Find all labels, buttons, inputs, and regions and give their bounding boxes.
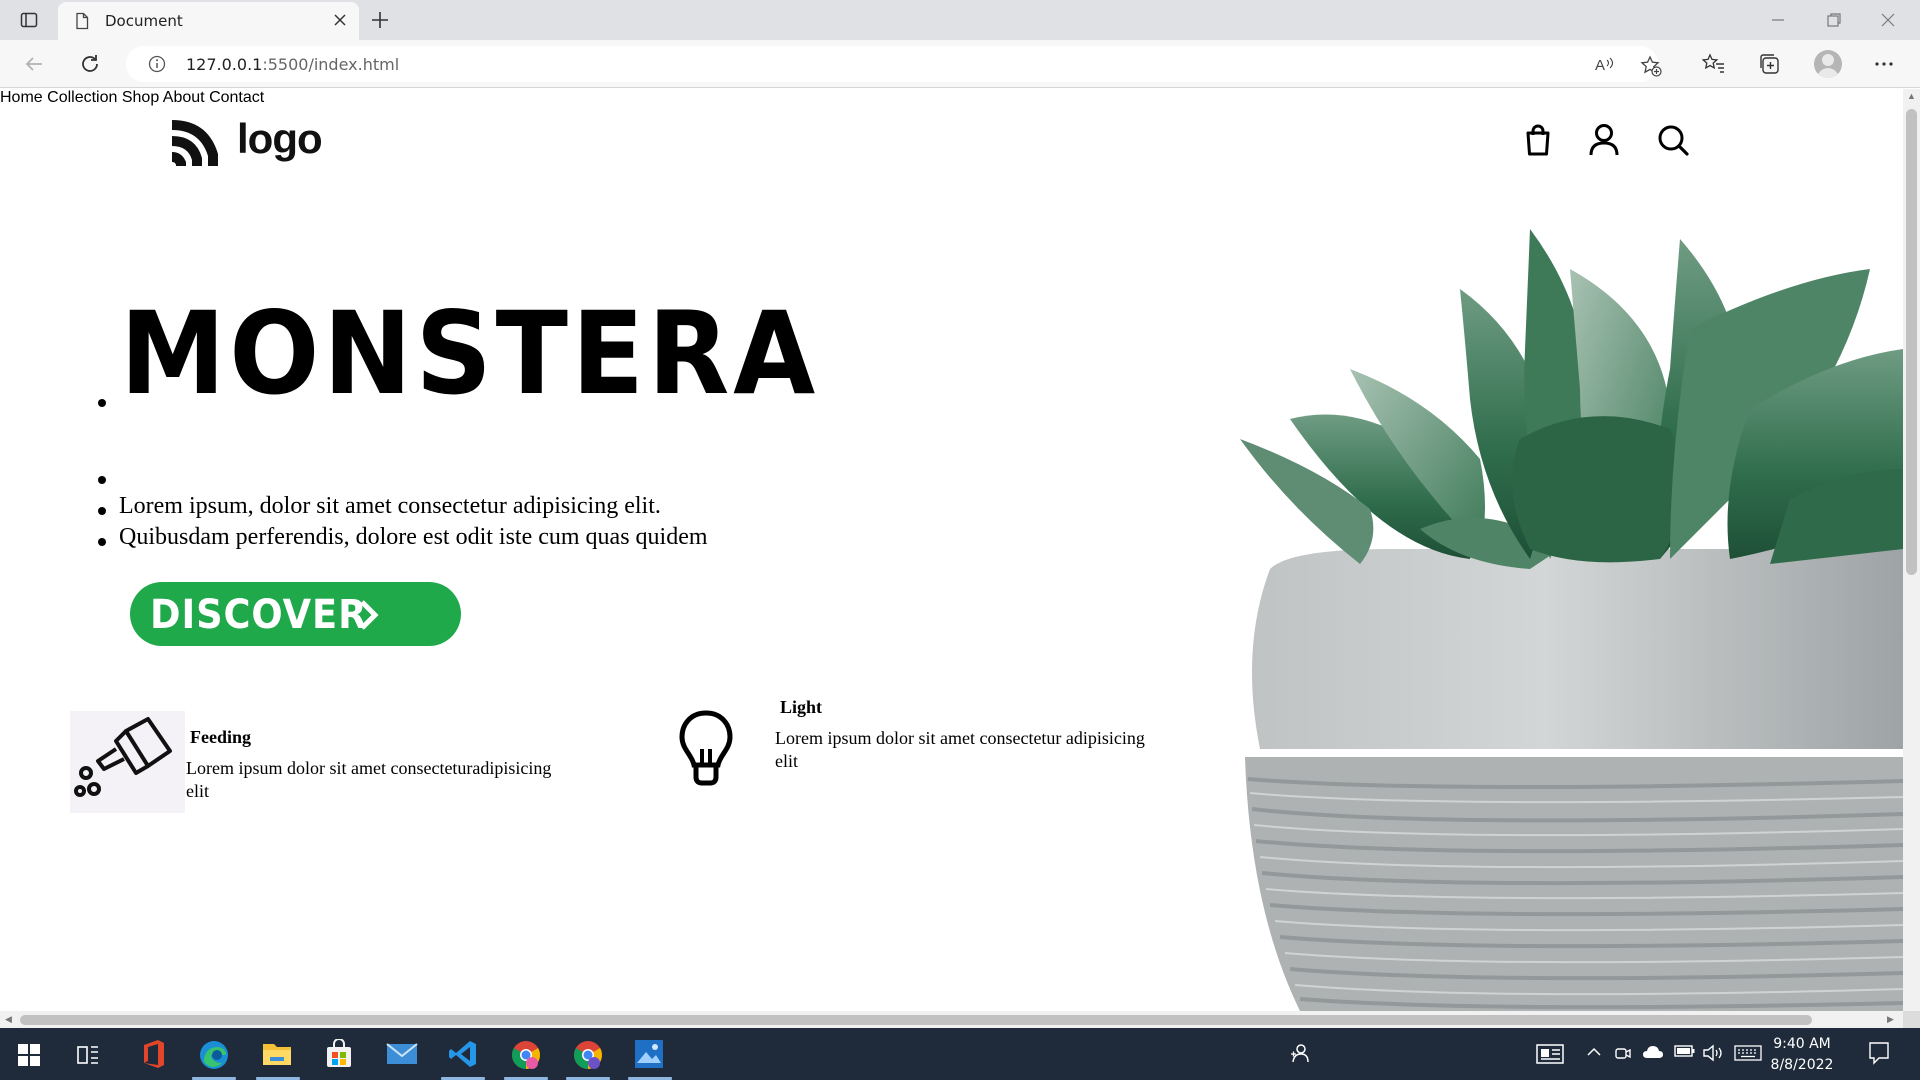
discover-label: DISCOVER <box>150 592 368 638</box>
news-widget-icon[interactable] <box>1536 1043 1564 1070</box>
meet-now-icon[interactable] <box>1614 1044 1632 1067</box>
office-icon[interactable] <box>140 1039 168 1074</box>
people-icon[interactable] <box>1288 1042 1310 1069</box>
chrome-profile-icon[interactable] <box>572 1039 604 1076</box>
feature-title-feeding: Feeding <box>190 727 251 747</box>
main-nav: Home Collection Shop About Contact <box>0 89 1903 107</box>
clock-time: 9:40 AM <box>1773 1036 1831 1052</box>
url-path: :5500/index.html <box>262 55 400 74</box>
address-bar[interactable]: 127.0.0.1:5500/index.html A <box>126 46 1662 82</box>
system-clock[interactable]: 9:40 AM 8/8/2022 <box>1766 1034 1838 1076</box>
add-favorite-icon[interactable] <box>1640 55 1662 82</box>
store-icon[interactable] <box>324 1038 354 1074</box>
taskbar: 9:40 AM 8/8/2022 <box>0 1028 1920 1080</box>
url-text: 127.0.0.1:5500/index.html <box>186 55 399 74</box>
horizontal-scroll-thumb[interactable] <box>20 1015 1812 1025</box>
close-window-icon[interactable] <box>1878 10 1898 35</box>
svg-text:A: A <box>1595 57 1605 74</box>
photos-icon[interactable] <box>634 1039 664 1074</box>
nav-about[interactable]: About <box>163 89 205 106</box>
succulent-pot-image <box>1240 229 1903 1011</box>
vscode-icon[interactable] <box>448 1039 478 1074</box>
onedrive-icon[interactable] <box>1642 1044 1664 1065</box>
tab-actions-icon[interactable] <box>20 11 38 34</box>
horizontal-scrollbar[interactable]: ◀ ▶ <box>0 1011 1903 1028</box>
logo-text[interactable]: logo <box>237 115 323 163</box>
vertical-scrollbar[interactable]: ▲ <box>1903 89 1920 1011</box>
edge-icon[interactable] <box>198 1039 230 1076</box>
chevron-right-icon <box>358 599 380 636</box>
minimize-icon[interactable] <box>1768 10 1788 35</box>
feature-text-light-line1: Lorem ipsum dolor sit amet consectetur a… <box>775 728 1145 748</box>
nav-contact[interactable]: Contact <box>209 89 264 106</box>
nav-home[interactable]: Home <box>0 89 43 106</box>
chevron-up-icon[interactable] <box>1586 1044 1602 1065</box>
browser-tab[interactable]: Document <box>58 2 359 40</box>
favorites-icon[interactable] <box>1701 52 1726 81</box>
hero-text-line-1: Lorem ipsum, dolor sit amet consectetur … <box>119 493 661 519</box>
browser-tab-bar: Document <box>0 0 1920 40</box>
discover-button[interactable]: DISCOVER <box>130 582 461 646</box>
collections-icon[interactable] <box>1758 52 1782 81</box>
hero-title: MONSTERA <box>120 287 819 420</box>
volume-icon[interactable] <box>1702 1044 1724 1067</box>
new-tab-icon[interactable] <box>369 9 391 36</box>
list-bullet <box>98 538 106 546</box>
mail-icon[interactable] <box>386 1042 418 1071</box>
list-bullet <box>98 476 106 484</box>
start-icon[interactable] <box>18 1044 40 1071</box>
tab-title: Document <box>105 12 183 30</box>
page-viewport: logo Home Collection Shop About Contact … <box>0 89 1903 1011</box>
scroll-right-icon[interactable]: ▶ <box>1887 1014 1894 1025</box>
restore-icon[interactable] <box>1824 10 1844 35</box>
shopping-bag-icon[interactable] <box>1523 123 1553 162</box>
hero-text-line-2: Quibusdam perferendis, dolore est odit i… <box>119 524 708 550</box>
notifications-icon[interactable] <box>1868 1041 1890 1070</box>
url-host: 127.0.0.1 <box>186 55 263 74</box>
more-options-icon[interactable] <box>1872 52 1896 81</box>
document-icon <box>74 12 90 35</box>
keyboard-icon[interactable] <box>1734 1045 1762 1066</box>
scroll-up-icon[interactable]: ▲ <box>1907 91 1916 101</box>
chrome-icon[interactable] <box>510 1039 542 1076</box>
profile-avatar[interactable] <box>1814 50 1842 78</box>
scroll-left-icon[interactable]: ◀ <box>5 1014 12 1025</box>
nav-collection[interactable]: Collection <box>47 89 117 106</box>
list-bullet <box>98 399 106 407</box>
feature-text-feeding-line1: Lorem ipsum dolor sit amet consecteturad… <box>186 758 552 778</box>
feature-text-feeding-line2: elit <box>186 781 209 801</box>
search-icon[interactable] <box>1656 123 1690 162</box>
user-icon[interactable] <box>1588 123 1620 162</box>
file-explorer-icon[interactable] <box>262 1039 292 1072</box>
back-icon[interactable] <box>22 52 46 81</box>
close-tab-icon[interactable] <box>333 13 347 32</box>
nav-shop[interactable]: Shop <box>122 89 159 106</box>
scroll-corner <box>1903 1011 1920 1028</box>
address-toolbar: 127.0.0.1:5500/index.html A <box>0 40 1920 88</box>
list-bullet <box>98 507 106 515</box>
read-aloud-icon[interactable]: A <box>1594 55 1616 80</box>
watering-can-icon <box>74 717 172 797</box>
site-info-icon[interactable] <box>148 55 166 78</box>
battery-icon[interactable] <box>1674 1044 1696 1063</box>
clock-date: 8/8/2022 <box>1770 1057 1834 1073</box>
task-view-icon[interactable] <box>76 1044 100 1071</box>
feature-title-light: Light <box>780 697 823 717</box>
refresh-icon[interactable] <box>78 52 102 81</box>
vertical-scroll-thumb[interactable] <box>1906 109 1917 575</box>
logo-icon[interactable] <box>168 114 224 170</box>
lightbulb-icon <box>676 709 736 794</box>
feeding-image <box>70 711 185 813</box>
feature-text-light-line2: elit <box>775 751 798 771</box>
